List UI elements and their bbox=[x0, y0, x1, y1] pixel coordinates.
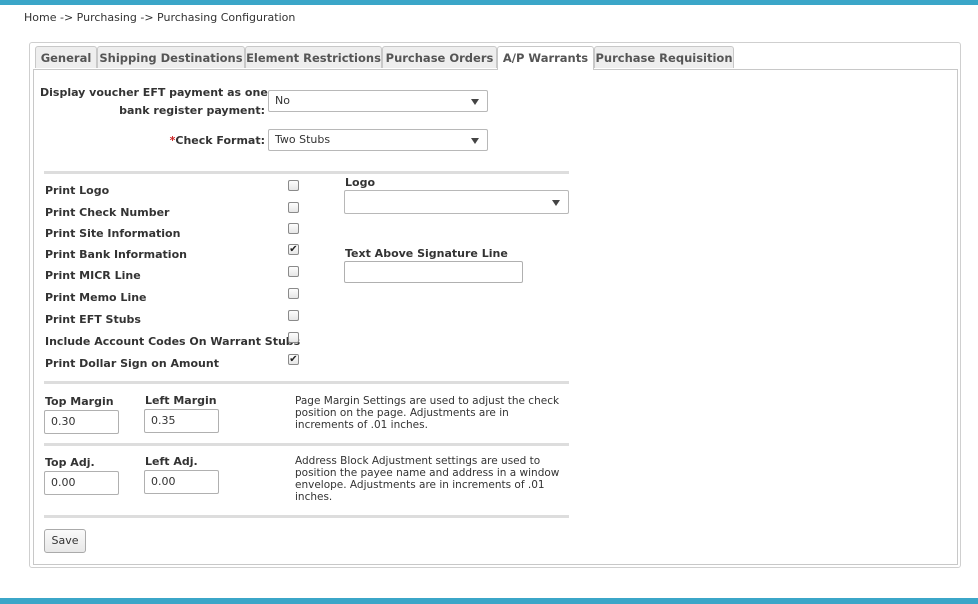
chevron-down-icon bbox=[471, 138, 479, 144]
tab-element-restrictions[interactable]: Element Restrictions bbox=[245, 46, 382, 68]
option-label-print-site-information: Print Site Information bbox=[45, 227, 181, 240]
adjustment-help-text: Address Block Adjustment settings are us… bbox=[295, 455, 560, 503]
chevron-down-icon bbox=[471, 99, 479, 105]
divider bbox=[44, 171, 569, 174]
checkbox-include-account-codes[interactable] bbox=[288, 332, 299, 343]
option-label-print-check-number: Print Check Number bbox=[45, 206, 170, 219]
checkbox-print-site-information[interactable] bbox=[288, 223, 299, 234]
check-format-label: *Check Format: bbox=[40, 134, 265, 147]
margin-help-text: Page Margin Settings are used to adjust … bbox=[295, 395, 560, 431]
eft-label-line1: Display voucher EFT payment as one bbox=[40, 86, 268, 99]
checkbox-print-check-number[interactable] bbox=[288, 202, 299, 213]
eft-payment-value: No bbox=[275, 94, 290, 107]
bottom-accent-bar bbox=[0, 598, 978, 604]
logo-select[interactable] bbox=[344, 190, 569, 214]
signature-text-input[interactable] bbox=[344, 261, 523, 283]
checkbox-print-micr-line[interactable] bbox=[288, 266, 299, 277]
tab-purchase-orders[interactable]: Purchase Orders bbox=[382, 46, 497, 68]
tab-shipping-destinations[interactable]: Shipping Destinations bbox=[97, 46, 245, 68]
tab-general[interactable]: General bbox=[35, 46, 97, 68]
check-format-value: Two Stubs bbox=[275, 133, 331, 146]
divider bbox=[44, 515, 569, 518]
checkmark-icon: ✔ bbox=[289, 244, 298, 255]
option-label-print-memo-line: Print Memo Line bbox=[45, 291, 147, 304]
top-adj-input[interactable]: 0.00 bbox=[44, 471, 119, 495]
divider bbox=[44, 443, 569, 446]
checkbox-print-logo[interactable] bbox=[288, 180, 299, 191]
checkmark-icon: ✔ bbox=[289, 354, 298, 365]
check-format-label-text: Check Format: bbox=[175, 134, 265, 147]
option-label-include-account-codes: Include Account Codes On Warrant Stubs bbox=[45, 335, 301, 348]
breadcrumb: Home -> Purchasing -> Purchasing Configu… bbox=[24, 11, 296, 24]
option-label-print-eft-stubs: Print EFT Stubs bbox=[45, 313, 141, 326]
chevron-down-icon bbox=[552, 200, 560, 206]
eft-label-line2: bank register payment: bbox=[119, 104, 265, 117]
eft-payment-select[interactable]: No bbox=[268, 90, 488, 112]
option-label-print-bank-information: Print Bank Information bbox=[45, 248, 187, 261]
divider bbox=[44, 381, 569, 384]
checkbox-print-eft-stubs[interactable] bbox=[288, 310, 299, 321]
checkbox-print-bank-information[interactable]: ✔ bbox=[288, 244, 299, 255]
left-margin-label: Left Margin bbox=[145, 394, 217, 407]
check-format-select[interactable]: Two Stubs bbox=[268, 129, 488, 151]
left-adj-label: Left Adj. bbox=[145, 455, 198, 468]
top-margin-input[interactable]: 0.30 bbox=[44, 410, 119, 434]
tab-purchase-requisition[interactable]: Purchase Requisition bbox=[594, 46, 734, 68]
save-button[interactable]: Save bbox=[44, 529, 86, 553]
logo-label: Logo bbox=[345, 176, 375, 189]
left-adj-input[interactable]: 0.00 bbox=[144, 470, 219, 494]
signature-label: Text Above Signature Line bbox=[345, 247, 508, 260]
checkbox-print-dollar-sign[interactable]: ✔ bbox=[288, 354, 299, 365]
option-label-print-micr-line: Print MICR Line bbox=[45, 269, 141, 282]
top-margin-label: Top Margin bbox=[45, 395, 114, 408]
left-margin-input[interactable]: 0.35 bbox=[144, 409, 219, 433]
option-label-print-logo: Print Logo bbox=[45, 184, 110, 197]
top-accent-bar bbox=[0, 0, 978, 5]
tab-ap-warrants[interactable]: A/P Warrants bbox=[497, 46, 594, 70]
option-label-print-dollar-sign: Print Dollar Sign on Amount bbox=[45, 357, 219, 370]
checkbox-print-memo-line[interactable] bbox=[288, 288, 299, 299]
top-adj-label: Top Adj. bbox=[45, 456, 95, 469]
